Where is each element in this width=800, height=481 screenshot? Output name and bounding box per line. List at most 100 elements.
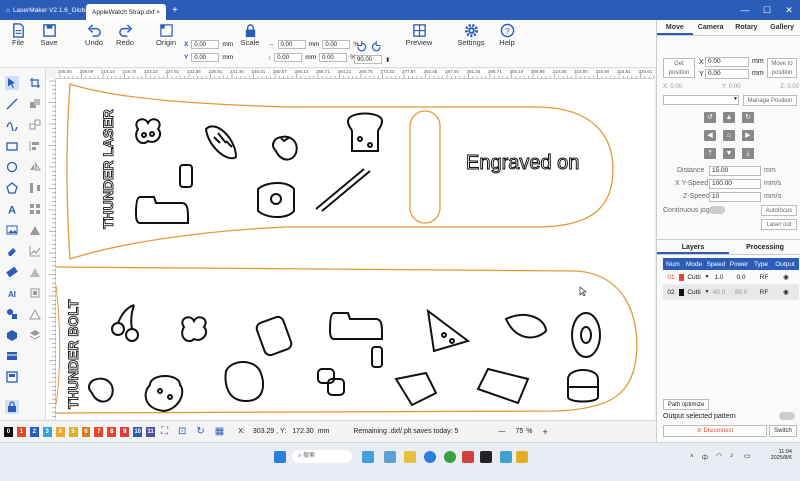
manage-position-button[interactable]: Manage Position <box>743 95 797 106</box>
distance-input[interactable]: 15.00 <box>709 166 761 176</box>
layer-color-chip[interactable]: 10 <box>133 426 143 437</box>
layer-color-chip[interactable]: 11 <box>146 426 156 437</box>
weld-icon[interactable] <box>28 223 42 237</box>
doodle-cookies[interactable] <box>317 368 345 396</box>
doodle-pineapple[interactable] <box>144 375 184 413</box>
box-tool-icon[interactable] <box>5 349 19 363</box>
doodle-strawberry[interactable] <box>272 135 298 161</box>
offset-icon[interactable] <box>28 286 42 300</box>
tab-camera[interactable]: Camera <box>693 20 729 35</box>
doodle-bottle[interactable] <box>134 196 189 224</box>
tab-document[interactable]: AppleWatch Strap.dxf × <box>86 4 166 20</box>
layer-color-chip[interactable]: 3 <box>42 426 52 437</box>
move-to-position-button[interactable]: Move to position <box>767 58 797 78</box>
autofocus-button[interactable]: Autofocus <box>761 205 797 216</box>
rotate-ccw-icon[interactable] <box>354 40 368 54</box>
doodle-pizza-slice[interactable] <box>426 308 471 353</box>
image-tool-icon[interactable] <box>5 223 19 237</box>
eye-icon[interactable]: ◉ <box>774 273 798 281</box>
doodle-donut[interactable] <box>571 312 601 358</box>
chart-icon[interactable] <box>28 244 42 258</box>
layer-color-chip[interactable]: 5 <box>68 426 78 437</box>
xy-speed-input[interactable]: 100.00 <box>709 179 761 189</box>
mirror-icon[interactable] <box>28 160 42 174</box>
doodle-sandwich[interactable] <box>476 367 530 405</box>
width-percent-input[interactable]: 0.00 <box>322 40 351 49</box>
strap1-vertical-text[interactable]: THUNDER LASER <box>100 109 117 230</box>
pan-icon[interactable]: ⊡ <box>178 426 186 437</box>
layer-color-chip[interactable]: 8 <box>107 426 117 437</box>
align-icon[interactable] <box>28 139 42 153</box>
lasermaker-icon[interactable] <box>480 451 492 463</box>
move-x-input[interactable]: 0.00 <box>705 57 749 67</box>
doodle-pretzel[interactable] <box>135 118 162 145</box>
app-icon-yellow[interactable] <box>516 451 528 463</box>
rectangle-tool-icon[interactable] <box>5 139 19 153</box>
zoom-out-button[interactable]: — <box>498 428 505 435</box>
strap1-engraved-text[interactable]: Engraved on <box>466 152 580 175</box>
layer-mode-select[interactable]: Cutti <box>684 289 704 296</box>
doodle-bag[interactable] <box>224 361 264 403</box>
layer-color-chip[interactable]: 1 <box>16 426 26 437</box>
continuous-jog-toggle[interactable] <box>709 206 725 214</box>
origin-button[interactable]: Origin <box>148 38 184 47</box>
height-input[interactable]: 0.00 <box>274 53 303 62</box>
doodle-can[interactable] <box>179 164 193 188</box>
layer-speed[interactable]: 40.0 <box>710 289 728 296</box>
laser-out-button[interactable]: Laser out <box>761 219 797 230</box>
clock[interactable]: 11:04 2025/8/6 <box>762 449 792 461</box>
layer-speed[interactable]: 1.0 <box>710 274 728 281</box>
line-tool-icon[interactable] <box>5 97 19 111</box>
layer-color-chip[interactable]: 4 <box>55 426 65 437</box>
scale-button[interactable]: Scale <box>232 38 268 47</box>
settings-button[interactable]: Settings <box>453 38 489 47</box>
jog-left-icon[interactable]: ◀ <box>704 130 716 141</box>
doodle-bottle-2[interactable] <box>328 312 383 340</box>
tab-gallery[interactable]: Gallery <box>764 20 800 35</box>
design-canvas[interactable]: THUNDER LASER Engraved on THUNDER BOLT <box>56 79 654 420</box>
distribute-icon[interactable] <box>28 181 42 195</box>
doodle-hotdog-2[interactable] <box>504 313 548 339</box>
rotation-input[interactable]: 90.00 <box>354 55 382 64</box>
minimize-button[interactable]: — <box>734 0 756 20</box>
polygon-tool-icon[interactable] <box>5 181 19 195</box>
tab-rotary[interactable]: Rotary <box>729 20 765 35</box>
array-icon[interactable] <box>28 202 42 216</box>
move-y-input[interactable]: 0.00 <box>705 69 749 79</box>
jog-z-bottom-icon[interactable]: ⤓ <box>742 148 754 159</box>
redo-button[interactable]: Redo <box>107 38 143 47</box>
strap2-vertical-text[interactable]: THUNDER BOLT <box>65 299 82 410</box>
jog-rotate-left-icon[interactable]: ↺ <box>704 112 716 123</box>
y-position-input[interactable]: 0.00 <box>191 53 220 62</box>
doodle-roll[interactable] <box>255 315 293 357</box>
rotate-cw-icon[interactable] <box>370 40 384 54</box>
rotation-stepper-icon[interactable]: ⬍ <box>385 56 390 64</box>
eye-icon[interactable]: ◉ <box>774 288 798 296</box>
eraser-tool-icon[interactable] <box>5 244 19 258</box>
fill-icon[interactable] <box>28 265 42 279</box>
layer-power[interactable]: 99.0 <box>728 289 754 296</box>
fit-icon[interactable]: ⛶ <box>161 426 168 437</box>
start-icon[interactable] <box>274 451 286 463</box>
search-input[interactable]: ⌕ 搜索 <box>292 450 352 463</box>
doodle-burger[interactable] <box>567 369 599 403</box>
zoom-in-button[interactable]: + <box>542 427 547 437</box>
frame-tool-icon[interactable] <box>5 370 19 384</box>
layer-color-chip[interactable]: 0 <box>4 426 13 437</box>
output-selected-toggle[interactable] <box>779 412 795 420</box>
jog-right-icon[interactable]: ▶ <box>742 130 754 141</box>
doodle-toast[interactable] <box>346 112 384 152</box>
doodle-chopsticks[interactable] <box>315 168 371 212</box>
group-icon[interactable] <box>28 97 42 111</box>
ai-tool-icon[interactable]: AI <box>5 286 19 300</box>
curve-tool-icon[interactable] <box>5 118 19 132</box>
preview-button[interactable]: Preview <box>401 38 437 47</box>
layer-row[interactable]: 01 Cutti ▼ 1.0 0.0 RF ◉ <box>663 270 799 285</box>
edge-icon[interactable] <box>424 451 436 463</box>
app-icon-red[interactable] <box>462 451 474 463</box>
layer-power[interactable]: 0.0 <box>728 274 754 281</box>
cube-tool-icon[interactable] <box>5 328 19 342</box>
text-tool-icon[interactable]: A <box>5 202 19 216</box>
tray-chevron-icon[interactable]: ˄ <box>690 454 694 460</box>
z-speed-input[interactable]: 10 <box>709 192 761 202</box>
